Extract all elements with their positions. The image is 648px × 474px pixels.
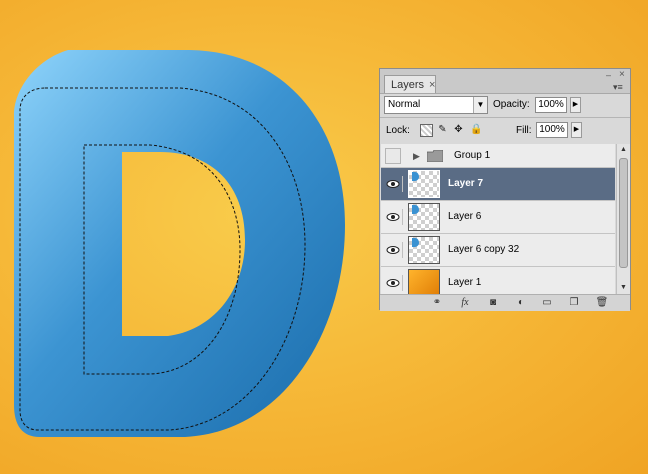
- eye-icon[interactable]: [384, 275, 403, 291]
- letter-d-shape: [14, 50, 345, 437]
- layer-thumbnail: [408, 170, 440, 198]
- opacity-stepper-icon[interactable]: ▶: [570, 97, 581, 113]
- scroll-thumb[interactable]: [619, 158, 628, 268]
- folder-icon[interactable]: ▭: [540, 297, 554, 309]
- eye-icon[interactable]: [384, 176, 403, 192]
- layers-panel: Layers × – × ▾≡ Normal ▼ Opacity: 100% ▶…: [379, 68, 631, 311]
- close-icon[interactable]: ×: [619, 69, 625, 80]
- layers-scrollbar[interactable]: ▲ ▼: [616, 144, 630, 294]
- lock-row: Lock: ✎ ✥ 🔒 Fill: 100% ▶: [380, 118, 630, 142]
- layer-row-layer-1[interactable]: Layer 1: [381, 267, 615, 294]
- mini-d-icon: [412, 238, 419, 247]
- adjustment-icon[interactable]: ◐: [514, 297, 528, 309]
- mask-icon[interactable]: ◙: [486, 297, 500, 309]
- folder-icon: [427, 150, 443, 162]
- layer-row-layer-7[interactable]: Layer 7: [381, 168, 615, 201]
- panel-menu-icon[interactable]: ▾≡: [613, 82, 623, 93]
- minimize-icon[interactable]: –: [606, 70, 611, 80]
- eye-icon[interactable]: [384, 242, 403, 258]
- trash-icon[interactable]: 🗑: [595, 297, 609, 309]
- blend-mode-value: Normal: [388, 99, 421, 110]
- tab-close-icon[interactable]: ×: [429, 79, 435, 91]
- layer-name: Layer 7: [448, 178, 484, 189]
- mini-d-icon: [412, 205, 419, 214]
- tab-layers[interactable]: Layers ×: [384, 75, 436, 93]
- new-layer-icon[interactable]: ❐: [567, 297, 581, 309]
- opacity-label: Opacity:: [493, 99, 530, 110]
- lock-label: Lock:: [386, 125, 410, 136]
- fill-stepper-icon[interactable]: ▶: [571, 122, 582, 138]
- layer-name: Group 1: [454, 150, 491, 161]
- eye-icon[interactable]: [384, 209, 403, 225]
- fill-input[interactable]: 100%: [536, 122, 568, 138]
- lock-move-icon[interactable]: ✥: [453, 124, 464, 135]
- fill-label: Fill:: [516, 125, 532, 136]
- lock-all-icon[interactable]: 🔒: [470, 124, 482, 135]
- mini-d-icon: [412, 172, 419, 181]
- blend-mode-select[interactable]: Normal ▼: [384, 96, 488, 114]
- chevron-down-icon[interactable]: ▼: [473, 97, 487, 113]
- panel-titlebar: Layers × – × ▾≡: [380, 69, 630, 94]
- visibility-toggle-empty[interactable]: [385, 148, 401, 164]
- layer-name: Layer 6: [448, 211, 482, 222]
- layers-list: ▶ Group 1 Layer 7 Layer 6 Layer 6 copy 3…: [381, 144, 615, 294]
- layer-name: Layer 1: [448, 277, 482, 288]
- fx-icon[interactable]: fx: [458, 297, 472, 309]
- layer-row-layer-6-copy-32[interactable]: Layer 6 copy 32: [381, 234, 615, 267]
- tab-layers-label: Layers: [391, 78, 425, 91]
- scroll-down-icon[interactable]: ▼: [617, 282, 630, 294]
- layer-name: Layer 6 copy 32: [448, 244, 520, 255]
- scroll-up-icon[interactable]: ▲: [617, 144, 630, 156]
- layer-row-group-1[interactable]: ▶ Group 1: [381, 144, 615, 168]
- disclosure-triangle-icon[interactable]: ▶: [413, 151, 420, 162]
- panel-bottom-toolbar: ⚭ fx ◙ ◐ ▭ ❐ 🗑: [380, 294, 630, 311]
- opacity-input[interactable]: 100%: [535, 97, 567, 113]
- link-icon[interactable]: ⚭: [430, 297, 444, 309]
- layer-thumbnail: [408, 203, 440, 231]
- lock-brush-icon[interactable]: ✎: [437, 124, 448, 135]
- layer-row-layer-6[interactable]: Layer 6: [381, 201, 615, 234]
- lock-transparent-icon[interactable]: [420, 124, 433, 137]
- blend-row: Normal ▼ Opacity: 100% ▶: [380, 94, 630, 116]
- layer-thumbnail: [408, 269, 440, 294]
- layer-thumbnail: [408, 236, 440, 264]
